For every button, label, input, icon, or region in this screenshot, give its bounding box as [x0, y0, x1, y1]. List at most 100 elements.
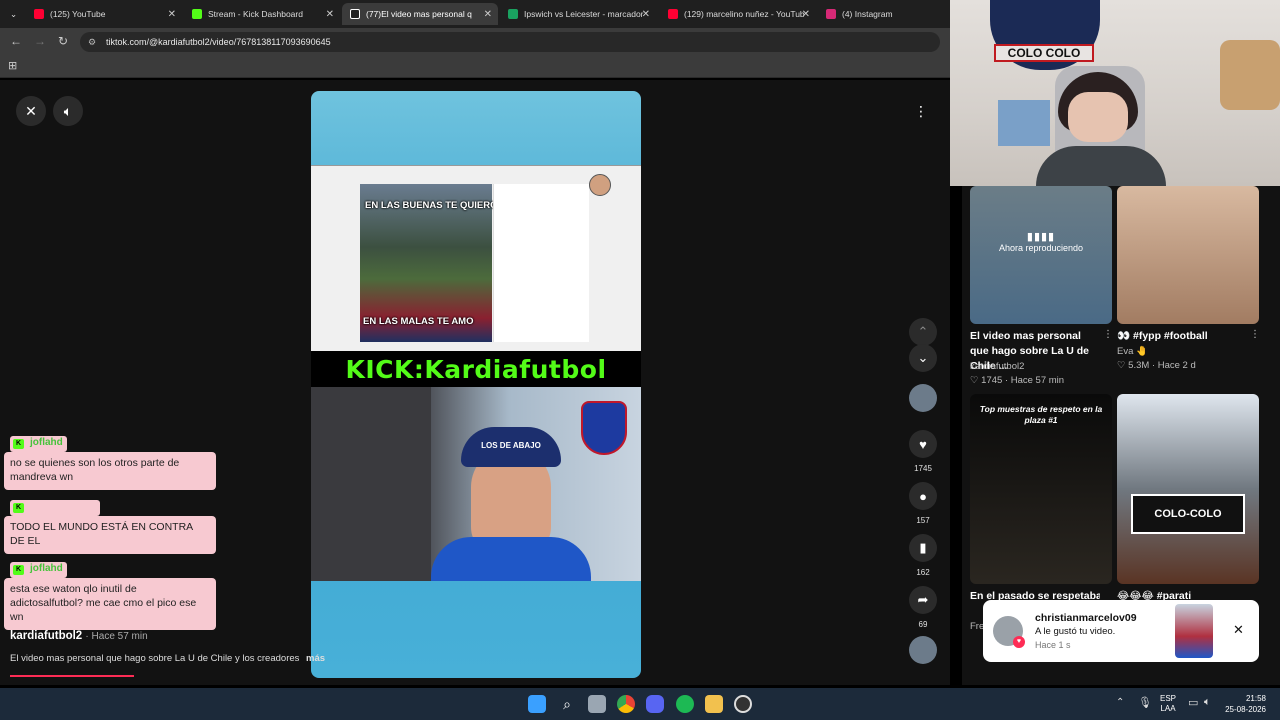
- chevron-up-icon[interactable]: ⌃: [1116, 697, 1124, 708]
- like-count: 1745: [914, 464, 932, 473]
- like-notification[interactable]: ♥ christianmarcelov09 A le gustó tu vide…: [983, 600, 1259, 662]
- task-view-icon[interactable]: [588, 695, 606, 713]
- more-link[interactable]: más: [306, 653, 325, 664]
- tab-kick-dashboard[interactable]: Stream - Kick Dashboard ✕: [184, 3, 340, 25]
- clock[interactable]: 21:58 25-08-2026: [1224, 693, 1266, 715]
- prev-video-button[interactable]: ⌃: [909, 318, 937, 346]
- video-thumbnail[interactable]: Top muestras de respeto en la plaza #1: [970, 394, 1112, 584]
- chat-message: TODO EL MUNDO ESTÁ EN CONTRA DE EL: [4, 516, 216, 554]
- tab-label: (125) YouTube: [50, 9, 106, 19]
- close-icon: ✕: [25, 102, 37, 119]
- instagram-icon: [826, 9, 836, 19]
- site-info-icon[interactable]: ⚙: [88, 32, 96, 52]
- chevron-down-icon: ⌄: [917, 350, 929, 365]
- notification-time: Hace 1 s: [1035, 640, 1071, 650]
- heart-icon: ♥: [919, 436, 927, 452]
- close-icon[interactable]: ✕: [326, 9, 334, 20]
- video-player[interactable]: EN LAS BUENAS TE QUIERO EN LAS MALAS TE …: [311, 91, 641, 678]
- address-bar-row: ← → ↻ ⚙ tiktok.com/@kardiafutbol2/video/…: [0, 28, 950, 56]
- author-avatar-button[interactable]: [909, 384, 937, 412]
- like-button[interactable]: ♥ 1745: [909, 430, 937, 473]
- more-options-button[interactable]: ⋮: [906, 96, 936, 126]
- volume-button[interactable]: 🔈︎: [53, 96, 83, 126]
- network-icon[interactable]: ▭: [1188, 696, 1198, 709]
- tab-tiktok-active[interactable]: (77)El video mas personal q ✕: [342, 3, 498, 25]
- language-indicator[interactable]: ESP LAA: [1160, 694, 1176, 714]
- chrome-icon[interactable]: [617, 695, 635, 713]
- url-field[interactable]: ⚙ tiktok.com/@kardiafutbol2/video/767813…: [80, 32, 940, 52]
- tab-search-button[interactable]: ⌄: [2, 3, 24, 25]
- more-vertical-icon[interactable]: ⋮: [1103, 329, 1113, 340]
- video-thumbnail-now-playing[interactable]: ▮▮▮▮ Ahora reproduciendo: [970, 186, 1112, 324]
- search-icon[interactable]: ⌕: [558, 695, 576, 713]
- forward-icon[interactable]: →: [34, 34, 46, 48]
- close-icon[interactable]: ✕: [484, 9, 492, 20]
- bookmarks-bar: ⊞: [0, 56, 950, 78]
- card-author[interactable]: kardiafutbol2: [970, 361, 1024, 372]
- close-video-button[interactable]: ✕: [16, 96, 46, 126]
- browser-tab-bar: ⌄ (125) YouTube ✕ Stream - Kick Dashboar…: [0, 0, 950, 28]
- card-author[interactable]: Eva 🤚: [1117, 346, 1148, 357]
- thumbnail-caption: Top muestras de respeto en la plaza #1: [979, 404, 1103, 425]
- reload-icon[interactable]: ↻: [58, 34, 68, 48]
- tab-youtube-marcelino[interactable]: (129) marcelino nuñez - YouTub ✕: [660, 3, 816, 25]
- speaker-icon: 🔈︎: [63, 102, 73, 119]
- description-text: El video mas personal que hago sobre La …: [10, 653, 300, 664]
- url-text: tiktok.com/@kardiafutbol2/video/76781381…: [106, 37, 331, 47]
- microphone-icon[interactable]: 🎙︎: [1138, 696, 1152, 709]
- windows-taskbar: ⌕ ⌃ 🎙︎ ESP LAA ▭ 🔈︎ 21:58 25-08-2026: [0, 688, 1280, 720]
- speaker-icon[interactable]: 🔈︎: [1204, 696, 1211, 709]
- avatar: [589, 174, 611, 196]
- youtube-icon: [34, 9, 44, 19]
- chat-message: no se quienes son los otros parte de man…: [4, 452, 216, 490]
- tab-youtube[interactable]: (125) YouTube ✕: [26, 3, 182, 25]
- share-button[interactable]: ➦ 69: [909, 586, 937, 629]
- close-icon[interactable]: ✕: [642, 9, 650, 20]
- poster-image: [998, 100, 1050, 146]
- comment-button[interactable]: ● 157: [909, 482, 937, 525]
- tab-instagram[interactable]: (4) Instagram: [818, 3, 948, 25]
- chevron-down-icon: ⌄: [10, 8, 18, 19]
- apps-grid-icon[interactable]: ⊞: [8, 59, 17, 72]
- music-disc-icon: [909, 636, 937, 664]
- video-thumbnail[interactable]: COLO-COLO: [1117, 394, 1259, 584]
- video-thumbnail[interactable]: [1117, 186, 1259, 324]
- obs-icon[interactable]: [734, 695, 752, 713]
- tab-label: (77)El video mas personal q: [366, 9, 472, 19]
- video-progress-bar[interactable]: [10, 675, 134, 677]
- share-icon: ➦: [917, 592, 929, 607]
- video-top-caption: EN LAS BUENAS TE QUIERO: [365, 200, 498, 211]
- back-icon[interactable]: ←: [10, 34, 22, 48]
- tab-label: (129) marcelino nuñez - YouTub: [684, 9, 805, 19]
- comment-count: 157: [916, 516, 930, 525]
- post-time: Hace 57 min: [91, 631, 148, 642]
- comments-panel-image: [493, 184, 589, 342]
- avatar: [909, 384, 937, 412]
- file-explorer-icon[interactable]: [705, 695, 723, 713]
- streamer-jacket: [1036, 146, 1166, 186]
- close-icon[interactable]: ✕: [802, 9, 810, 20]
- tab-label: Stream - Kick Dashboard: [208, 9, 303, 19]
- discord-icon[interactable]: [646, 695, 664, 713]
- bookmark-icon: ▮: [919, 540, 927, 555]
- close-icon[interactable]: ✕: [1233, 622, 1244, 638]
- author-name[interactable]: kardiafutbol2: [10, 630, 82, 642]
- card-title[interactable]: 👀 #fypp #football: [1117, 329, 1247, 344]
- sheets-icon: [508, 9, 518, 19]
- notification-message: A le gustó tu video.: [1035, 626, 1116, 637]
- thumbnail-caption: COLO-COLO: [1131, 494, 1245, 534]
- shelf-image: [311, 387, 431, 581]
- save-button[interactable]: ▮ 162: [909, 534, 937, 577]
- video-description: El video mas personal que hago sobre La …: [10, 653, 325, 664]
- chat-badges: K: [10, 500, 100, 516]
- music-disc-button[interactable]: [909, 636, 937, 664]
- wall-decoration: [1220, 40, 1280, 110]
- tab-ipswich-leicester[interactable]: Ipswich vs Leicester - marcador ✕: [500, 3, 656, 25]
- comment-icon: ●: [919, 488, 927, 504]
- spotify-icon[interactable]: [676, 695, 694, 713]
- more-vertical-icon[interactable]: ⋮: [1250, 329, 1260, 340]
- kick-icon: [192, 9, 202, 19]
- next-video-button[interactable]: ⌄: [909, 344, 937, 372]
- close-icon[interactable]: ✕: [168, 9, 176, 20]
- windows-start-icon[interactable]: [528, 695, 546, 713]
